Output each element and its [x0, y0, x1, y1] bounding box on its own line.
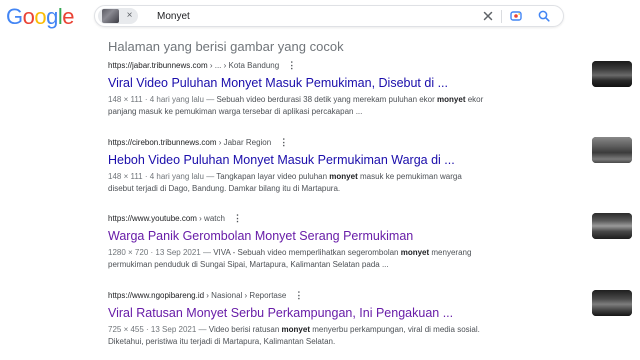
result-url[interactable]: https://www.ngopibareng.id › Nasional › … — [108, 290, 628, 301]
header: Google × Monyet — [0, 0, 640, 34]
search-result: https://www.ngopibareng.id › Nasional › … — [108, 290, 628, 348]
result-title[interactable]: Warga Panik Gerombolan Monyet Serang Per… — [108, 228, 498, 245]
search-result: https://jabar.tribunnews.com › ... › Kot… — [108, 60, 628, 118]
section-heading: Halaman yang berisi gambar yang cocok — [108, 39, 344, 54]
result-meta: 148 × 111 · 4 hari yang lalu — — [108, 172, 217, 181]
search-result: https://www.youtube.com › watch ⋮ Warga P… — [108, 213, 628, 271]
result-snippet: 148 × 111 · 4 hari yang lalu — Tangkapan… — [108, 171, 488, 195]
snippet-text: Sebuah video berdurasi 38 detik yang mer… — [216, 95, 438, 104]
more-options-icon[interactable]: ⋮ — [233, 213, 242, 224]
result-meta: 1280 × 720 · 13 Sep 2021 — — [108, 248, 214, 257]
search-divider — [501, 10, 502, 23]
search-box[interactable]: × Monyet — [94, 5, 564, 27]
result-thumbnail[interactable] — [592, 61, 632, 87]
search-result: https://cirebon.tribunnews.com › Jabar R… — [108, 137, 628, 195]
snippet-highlight: monyet — [437, 95, 466, 104]
result-domain: https://jabar.tribunnews.com — [108, 61, 208, 70]
logo-letter: o — [22, 4, 35, 29]
result-meta: 725 × 455 · 13 Sep 2021 — — [108, 325, 209, 334]
lens-icon[interactable] — [509, 9, 523, 23]
result-breadcrumb: › Jabar Region — [216, 138, 272, 147]
google-logo[interactable]: Google — [6, 4, 75, 29]
logo-letter: e — [62, 4, 75, 29]
result-breadcrumb: › ... › Kota Bandung — [207, 61, 280, 70]
chip-close-icon[interactable]: × — [123, 9, 136, 22]
search-input[interactable]: Monyet — [157, 10, 190, 23]
result-domain: https://cirebon.tribunnews.com — [108, 138, 217, 147]
logo-letter: g — [46, 4, 58, 29]
result-url[interactable]: https://cirebon.tribunnews.com › Jabar R… — [108, 137, 628, 148]
result-domain: https://www.youtube.com — [108, 214, 197, 223]
result-thumbnail[interactable] — [592, 213, 632, 239]
result-domain: https://www.ngopibareng.id — [108, 291, 205, 300]
more-options-icon[interactable]: ⋮ — [287, 60, 296, 71]
snippet-text: Video berisi ratusan — [208, 325, 282, 334]
snippet-text: VIVA - Sebuah video memperlihatkan seger… — [213, 248, 401, 257]
result-thumbnail[interactable] — [592, 290, 632, 316]
result-meta: 148 × 111 · 4 hari yang lalu — — [108, 95, 217, 104]
snippet-highlight: monyet — [281, 325, 310, 334]
snippet-highlight: monyet — [400, 248, 430, 257]
result-breadcrumb: › watch — [196, 214, 225, 223]
result-url[interactable]: https://www.youtube.com › watch ⋮ — [108, 213, 628, 224]
logo-letter: G — [6, 4, 23, 29]
result-snippet: 1280 × 720 · 13 Sep 2021 — VIVA - Sebuah… — [108, 247, 488, 271]
result-url[interactable]: https://jabar.tribunnews.com › ... › Kot… — [108, 60, 628, 71]
image-chip[interactable]: × — [98, 8, 138, 24]
result-breadcrumb: › Nasional › Reportase — [204, 291, 287, 300]
result-title[interactable]: Heboh Video Puluhan Monyet Masuk Permuki… — [108, 152, 498, 169]
result-thumbnail[interactable] — [592, 137, 632, 163]
result-title[interactable]: Viral Video Puluhan Monyet Masuk Pemukim… — [108, 75, 498, 92]
logo-letter: o — [34, 4, 47, 29]
result-snippet: 725 × 455 · 13 Sep 2021 — Video berisi r… — [108, 324, 488, 348]
snippet-text: Tangkapan layar video puluhan — [216, 172, 330, 181]
result-title[interactable]: Viral Ratusan Monyet Serbu Perkampungan,… — [108, 305, 498, 322]
result-snippet: 148 × 111 · 4 hari yang lalu — Sebuah vi… — [108, 94, 488, 118]
clear-icon[interactable] — [481, 9, 495, 23]
query-image-thumbnail — [102, 9, 119, 23]
more-options-icon[interactable]: ⋮ — [294, 290, 303, 301]
search-icon[interactable] — [537, 9, 551, 23]
snippet-highlight: monyet — [329, 172, 358, 181]
more-options-icon[interactable]: ⋮ — [279, 137, 288, 148]
